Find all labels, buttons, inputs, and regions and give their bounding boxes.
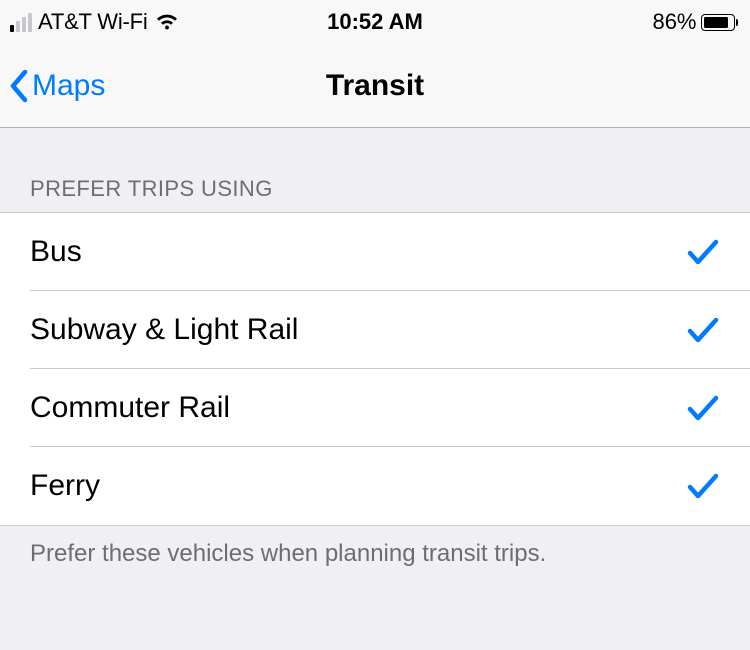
carrier-label: AT&T Wi-Fi bbox=[38, 9, 148, 35]
back-label: Maps bbox=[32, 69, 105, 103]
battery-icon bbox=[701, 14, 739, 31]
status-left: AT&T Wi-Fi bbox=[10, 9, 180, 35]
list-item-label: Commuter Rail bbox=[30, 391, 230, 425]
navigation-bar: Maps Transit bbox=[0, 44, 750, 128]
list-item-label: Ferry bbox=[30, 469, 100, 503]
page-title: Transit bbox=[326, 69, 424, 103]
cellular-signal-icon bbox=[10, 13, 32, 32]
checkmark-icon bbox=[686, 393, 720, 423]
checkmark-icon bbox=[686, 315, 720, 345]
checkmark-icon bbox=[686, 237, 720, 267]
chevron-left-icon bbox=[8, 69, 30, 103]
section-header: Prefer Trips Using bbox=[0, 128, 750, 212]
status-right: 86% bbox=[652, 9, 738, 35]
checkmark-icon bbox=[686, 471, 720, 501]
status-bar: AT&T Wi-Fi 10:52 AM 86% bbox=[0, 0, 750, 44]
list-item-bus[interactable]: Bus bbox=[0, 213, 750, 291]
list-item-commuter-rail[interactable]: Commuter Rail bbox=[0, 369, 750, 447]
wifi-icon bbox=[154, 12, 180, 32]
status-time: 10:52 AM bbox=[327, 9, 423, 35]
transit-options-list: Bus Subway & Light Rail Commuter Rail Fe… bbox=[0, 212, 750, 526]
section-footer: Prefer these vehicles when planning tran… bbox=[0, 526, 750, 582]
list-item-ferry[interactable]: Ferry bbox=[0, 447, 750, 525]
list-item-subway-light-rail[interactable]: Subway & Light Rail bbox=[0, 291, 750, 369]
list-item-label: Bus bbox=[30, 235, 82, 269]
battery-percent: 86% bbox=[652, 9, 696, 35]
back-button[interactable]: Maps bbox=[8, 69, 105, 103]
list-item-label: Subway & Light Rail bbox=[30, 313, 298, 347]
